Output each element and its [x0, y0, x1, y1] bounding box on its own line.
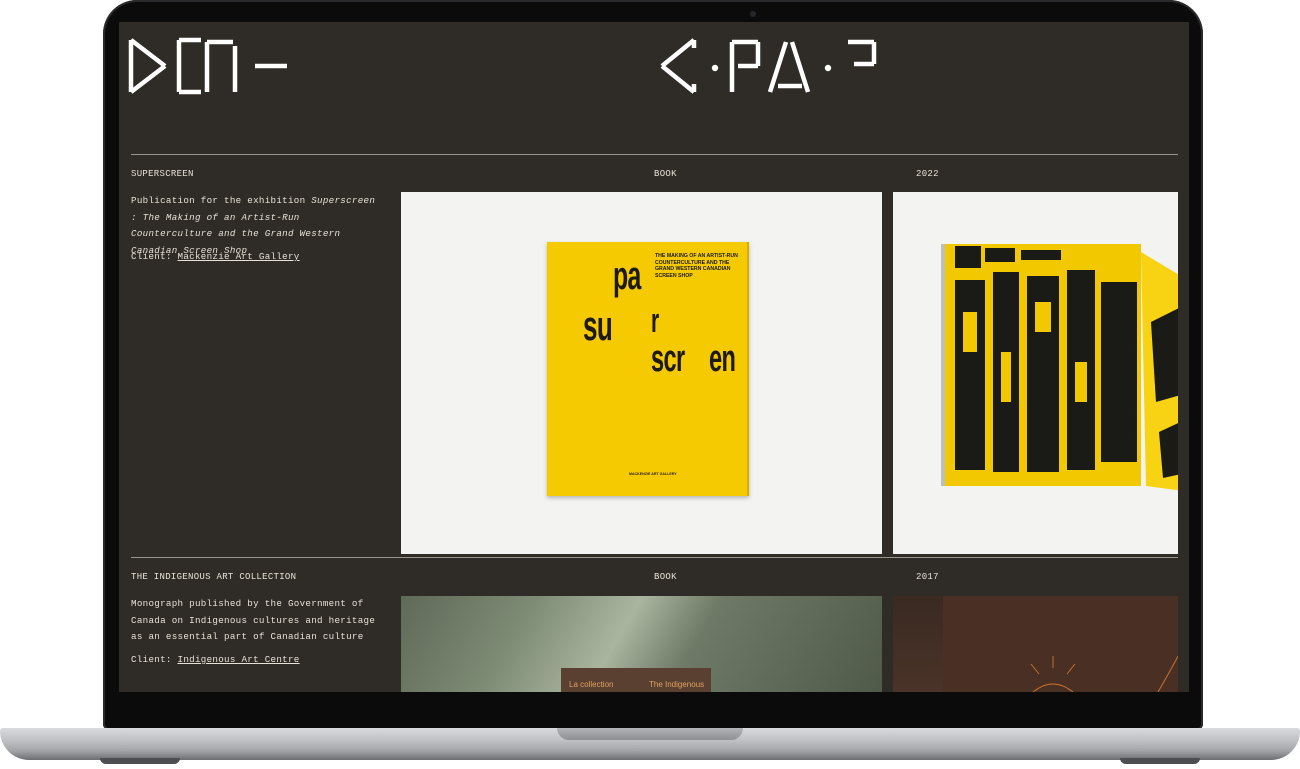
book-cover: THE MAKING OF AN ARTIST-RUN COUNTERCULTU… — [547, 242, 749, 496]
laptop-foot-right — [1120, 758, 1200, 764]
cover-word: pa — [613, 254, 641, 298]
cover-subtitle: THE MAKING OF AN ARTIST-RUN COUNTERCULTU… — [655, 253, 738, 279]
project-divider — [131, 154, 1178, 155]
cover-word: su — [583, 302, 613, 349]
studio-logo-left[interactable] — [127, 36, 297, 96]
cover-sun-drawing — [943, 596, 1178, 692]
project-image-book-cover[interactable] — [893, 596, 1178, 692]
project-category: BOOK — [654, 169, 677, 179]
project-client: Client: Indigenous Art Centre — [131, 654, 300, 665]
book-text-left: La collection — [569, 680, 614, 689]
laptop-mockup: SUPERSCREEN BOOK 2022 Publication for th… — [0, 0, 1300, 769]
website-screen: SUPERSCREEN BOOK 2022 Publication for th… — [119, 22, 1189, 692]
cover-publisher: MACKENZIE ART GALLERY — [629, 472, 677, 476]
laptop-foot-left — [100, 758, 180, 764]
client-label: Client: — [131, 251, 178, 262]
book-object: La collection The Indigenous — [561, 668, 711, 692]
project-client: Client: Mackenzie Art Gallery — [131, 251, 300, 262]
client-link[interactable]: Mackenzie Art Gallery — [178, 251, 300, 262]
cover-word: en — [709, 338, 736, 380]
project-year: 2017 — [916, 572, 939, 582]
book-text-right: The Indigenous — [649, 680, 705, 689]
project-description: Monograph published by the Government of… — [131, 598, 376, 642]
client-link[interactable]: Indigenous Art Centre — [178, 654, 300, 665]
project-divider — [131, 557, 1178, 558]
project-year: 2022 — [916, 169, 939, 179]
cover-word: r — [651, 302, 659, 340]
project-image-book-stack[interactable]: La collection The Indigenous — [401, 596, 882, 692]
project-title[interactable]: THE INDIGENOUS ART COLLECTION — [131, 572, 296, 582]
webcam-dot — [750, 11, 756, 17]
open-book-spread — [941, 244, 1178, 491]
project-description: Publication for the exhibition Superscre… — [131, 193, 386, 259]
project-image-cover[interactable]: THE MAKING OF AN ARTIST-RUN COUNTERCULTU… — [401, 192, 882, 554]
studio-logo-right[interactable] — [658, 36, 888, 96]
description-text: Publication for the exhibition — [131, 195, 312, 206]
cover-word: scr — [651, 338, 685, 380]
project-image-spread[interactable] — [893, 192, 1178, 554]
project-title[interactable]: SUPERSCREEN — [131, 169, 194, 179]
client-label: Client: — [131, 654, 178, 665]
laptop-notch — [557, 728, 743, 740]
project-category: BOOK — [654, 572, 677, 582]
